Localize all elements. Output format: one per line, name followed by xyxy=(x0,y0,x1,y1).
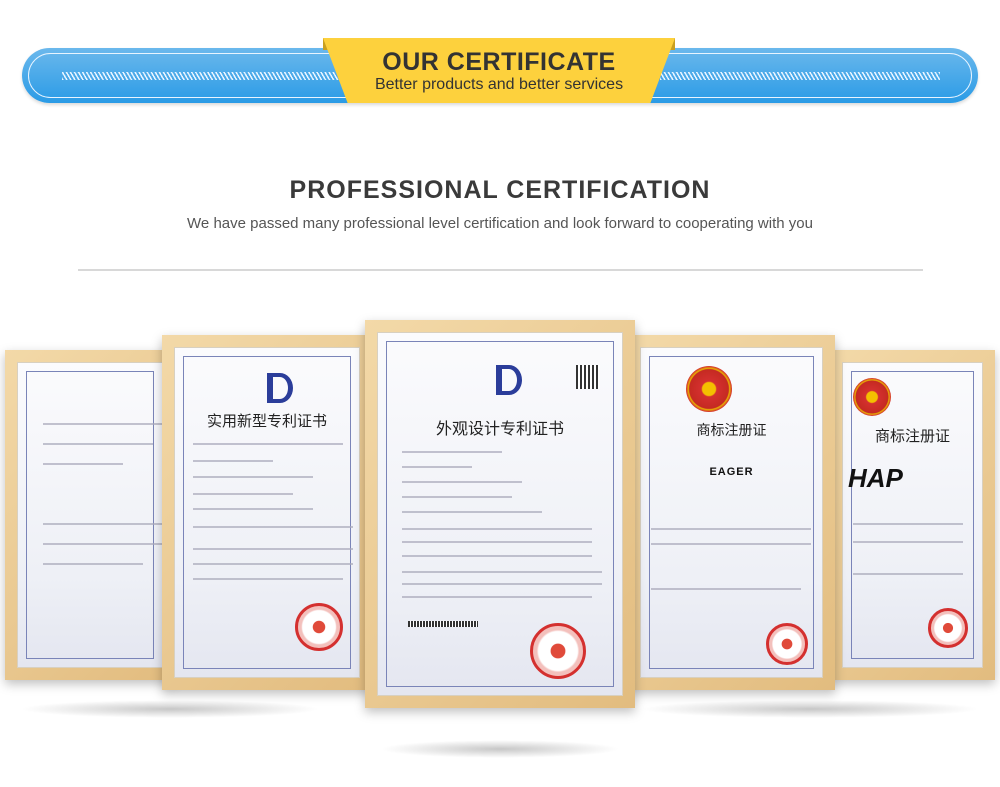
red-seal-icon xyxy=(295,603,343,651)
banner-hatch-left xyxy=(62,72,342,80)
banner-subtitle: Better products and better services xyxy=(374,76,624,93)
divider xyxy=(78,269,923,271)
certificate-frame-2: 实用新型专利证书 xyxy=(162,335,372,690)
banner-hatch-right xyxy=(660,72,940,80)
certificate-title: 实用新型专利证书 xyxy=(206,412,327,430)
red-seal-icon xyxy=(530,623,586,679)
qr-code-icon xyxy=(576,365,600,389)
brand-logo: HAP xyxy=(848,463,903,493)
certificate-title: 商标注册证 xyxy=(874,427,950,445)
banner-title: OUR CERTIFICATE xyxy=(382,48,616,76)
certificate-frame-1 xyxy=(5,350,175,680)
national-emblem-icon xyxy=(686,366,732,412)
certificate-frame-3: 外观设计专利证书 xyxy=(365,320,635,708)
certificate-frame-4: 商标注册证 EAGER xyxy=(628,335,835,690)
section-title: PROFESSIONAL CERTIFICATION xyxy=(289,176,711,204)
certificate-frame-5: 商标注册证 HAP xyxy=(830,350,995,680)
red-seal-icon xyxy=(766,623,808,665)
brand-logo: EAGER xyxy=(709,466,754,478)
shadow xyxy=(640,700,980,718)
section-subtitle: We have passed many professional level c… xyxy=(187,215,813,232)
national-emblem-icon xyxy=(853,378,891,416)
certificate-title: 外观设计专利证书 xyxy=(435,419,564,438)
shadow xyxy=(20,700,320,718)
certificate-title: 商标注册证 xyxy=(696,423,767,439)
patent-logo-icon xyxy=(267,373,293,403)
barcode-icon xyxy=(408,621,478,627)
patent-logo-icon xyxy=(496,365,522,395)
red-seal-icon xyxy=(928,608,968,648)
shadow xyxy=(380,740,620,758)
